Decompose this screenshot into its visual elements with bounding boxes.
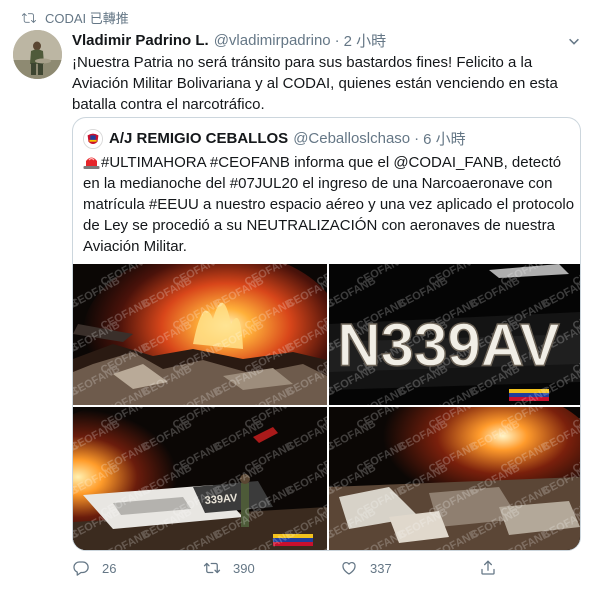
media-grid: CEOFANB CEOFANB CEOFANB CEOFANB CEOFANB CEOFA…	[73, 264, 580, 550]
share-button[interactable]	[479, 559, 497, 577]
photo-wreck-with-soldier[interactable]: CEOFANB CEOFANB CEOFANB CEOFANB CEOFANB CEOFA…	[73, 407, 327, 550]
like-count: 337	[370, 560, 392, 576]
retweet-count: 390	[233, 560, 255, 576]
author-avatar[interactable]	[13, 30, 62, 79]
tweet-timestamp[interactable]: 2 小時	[344, 30, 387, 51]
quoted-author-handle[interactable]: @Ceballoslchaso	[293, 130, 410, 147]
separator-dot: ·	[334, 32, 340, 49]
quoted-tweet-text: #ULTIMAHORA #CEOFANB informa que el @COD…	[83, 154, 575, 255]
retweet-button[interactable]: 390	[203, 559, 255, 577]
tweet-header: Vladimir Padrino L. @vladimirpadrino · 2…	[72, 30, 583, 51]
tweet-actions: 26 390 337	[72, 559, 502, 581]
quoted-author-avatar[interactable]	[83, 128, 103, 149]
quoted-author-name[interactable]: A/J REMIGIO CEBALLOS	[109, 130, 288, 147]
quoted-tweet-header: A/J REMIGIO CEBALLOS @Ceballoslchaso · 6…	[83, 128, 466, 149]
tweet-text: ¡Nuestra Patria no será tránsito para su…	[72, 54, 558, 113]
quoted-tweet-body: #ULTIMAHORA #CEOFANB informa que el @COD…	[83, 152, 575, 257]
photo-burning-wreckage[interactable]: CEOFANB CEOFANB CEOFANB CEOFANB CEOFANB CEOFA…	[73, 264, 327, 405]
reply-icon	[73, 561, 89, 576]
retweet-icon	[203, 562, 221, 574]
author-handle[interactable]: @vladimirpadrino	[214, 32, 331, 49]
siren-emoji-icon	[83, 153, 100, 169]
photo-wreck-fire-aerial[interactable]: CEOFANB CEOFANB CEOFANB CEOFANB CEOFANB CEOFA…	[329, 407, 580, 550]
reply-count: 26	[102, 560, 117, 576]
share-icon	[481, 560, 495, 575]
heart-icon	[342, 561, 356, 575]
like-button[interactable]: 337	[340, 559, 392, 577]
photo-tail-number[interactable]: CEOFANB CEOFANB CEOFANB CEOFANB CEOFANB CEOFA…	[329, 264, 580, 405]
chevron-down-icon[interactable]	[565, 32, 583, 50]
retweet-context[interactable]: CODAI 已轉推	[20, 8, 129, 27]
quoted-tweet-timestamp[interactable]: 6 小時	[423, 128, 466, 149]
separator-dot: ·	[414, 130, 420, 147]
reply-button[interactable]: 26	[72, 559, 116, 577]
retweet-context-label[interactable]: CODAI 已轉推	[45, 8, 129, 27]
author-name[interactable]: Vladimir Padrino L.	[72, 32, 209, 49]
quoted-tweet[interactable]: A/J REMIGIO CEBALLOS @Ceballoslchaso · 6…	[72, 117, 581, 551]
tail-number-text: N339AV	[337, 312, 559, 379]
retweet-icon	[20, 11, 36, 25]
